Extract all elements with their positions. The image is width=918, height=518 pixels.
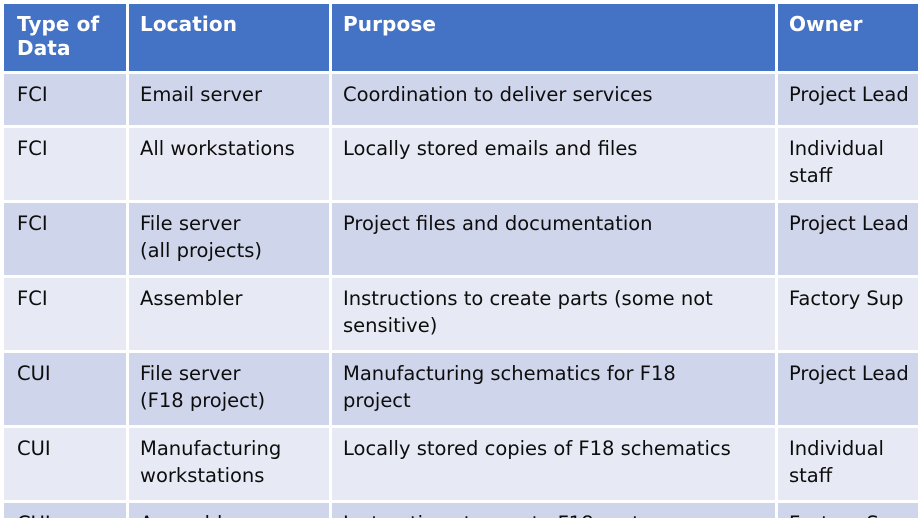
cell-type-of-data: CUI (4, 427, 126, 500)
cell-location: Manufacturing workstations (129, 427, 329, 500)
data-inventory-table: Type of Data Location Purpose Owner FCI … (1, 1, 918, 518)
table-body: FCI Email server Coordination to deliver… (4, 73, 918, 518)
cell-owner: Individual staff (778, 427, 918, 500)
cell-location: File server (F18 project) (129, 352, 329, 425)
cell-purpose: Project files and documentation (332, 202, 775, 275)
cell-location: File server (all projects) (129, 202, 329, 275)
column-header-owner: Owner (778, 4, 918, 71)
column-header-purpose: Purpose (332, 4, 775, 71)
cell-location: Email server (129, 73, 329, 125)
table-row: CUI Manufacturing workstations Locally s… (4, 427, 918, 500)
table-row: FCI Email server Coordination to deliver… (4, 73, 918, 125)
table-header: Type of Data Location Purpose Owner (4, 4, 918, 71)
header-row: Type of Data Location Purpose Owner (4, 4, 918, 71)
cell-purpose: Locally stored copies of F18 schematics (332, 427, 775, 500)
cell-purpose: Instructions to create parts (some not s… (332, 277, 775, 350)
cell-owner: Project Lead (778, 202, 918, 275)
cell-type-of-data: FCI (4, 202, 126, 275)
cell-type-of-data: FCI (4, 127, 126, 200)
cell-owner: Factory Sup (778, 277, 918, 350)
cell-purpose: Instructions to create F18 parts (332, 502, 775, 518)
table-row: FCI Assembler Instructions to create par… (4, 277, 918, 350)
table-row: CUI Assembler Instructions to create F18… (4, 502, 918, 518)
cell-type-of-data: CUI (4, 502, 126, 518)
cell-owner: Individual staff (778, 127, 918, 200)
table-row: FCI All workstations Locally stored emai… (4, 127, 918, 200)
cell-type-of-data: CUI (4, 352, 126, 425)
cell-location: Assembler (129, 502, 329, 518)
table-row: CUI File server (F18 project) Manufactur… (4, 352, 918, 425)
cell-owner: Project Lead (778, 73, 918, 125)
cell-purpose: Locally stored emails and files (332, 127, 775, 200)
column-header-type-of-data: Type of Data (4, 4, 126, 71)
cell-owner: Project Lead (778, 352, 918, 425)
data-inventory-table-container: Type of Data Location Purpose Owner FCI … (0, 0, 918, 518)
cell-purpose: Coordination to deliver services (332, 73, 775, 125)
cell-type-of-data: FCI (4, 73, 126, 125)
column-header-location: Location (129, 4, 329, 71)
cell-location: All workstations (129, 127, 329, 200)
cell-location: Assembler (129, 277, 329, 350)
cell-owner: Factory Sup (778, 502, 918, 518)
cell-type-of-data: FCI (4, 277, 126, 350)
table-row: FCI File server (all projects) Project f… (4, 202, 918, 275)
cell-purpose: Manufacturing schematics for F18 project (332, 352, 775, 425)
